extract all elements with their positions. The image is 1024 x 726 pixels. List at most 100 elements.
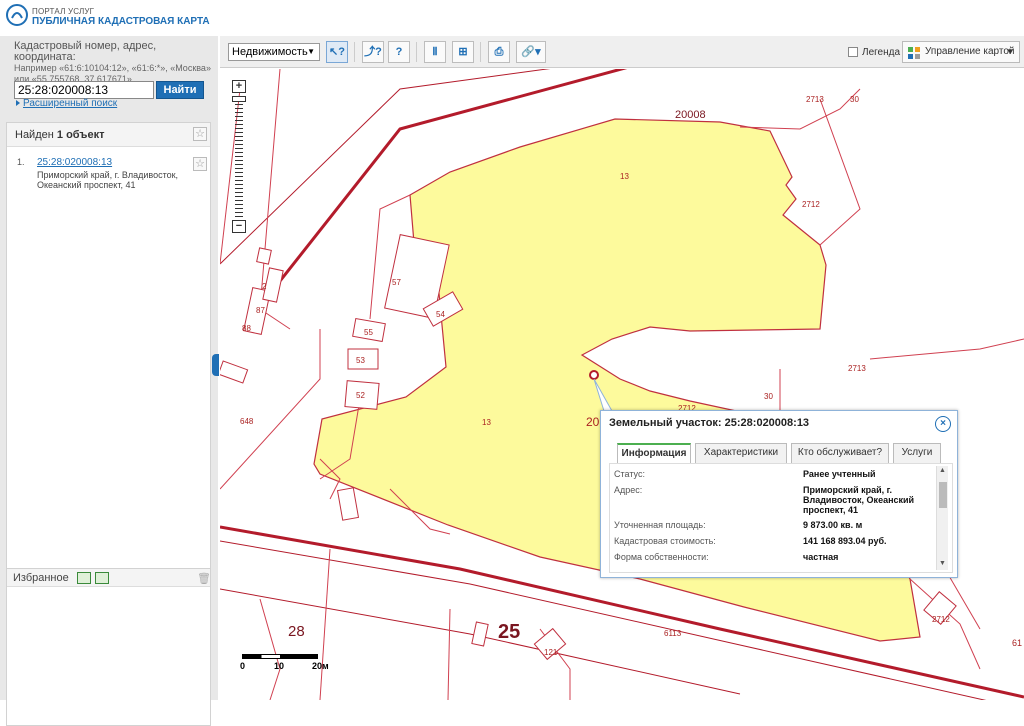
app-header: ПОРТАЛ УСЛУГ ПУБЛИЧНАЯ КАДАСТРОВАЯ КАРТА	[0, 0, 1024, 36]
label-building: 52	[356, 391, 365, 400]
label-building: 54	[436, 310, 445, 319]
area-value: 9 873.00 кв. м	[803, 520, 863, 530]
map-control-dropdown[interactable]: Управление картой ▼	[902, 41, 1020, 63]
label-parcel: 61	[1012, 638, 1022, 648]
tab-characteristics[interactable]: Характеристики	[695, 443, 787, 463]
toolbar-divider	[416, 42, 417, 62]
label-parcel: 648	[240, 417, 254, 426]
link-icon[interactable]: 🔗▾	[516, 41, 546, 63]
label-building: 53	[356, 356, 365, 365]
address-label: Адрес:	[614, 485, 643, 495]
search-button[interactable]: Найти	[156, 81, 204, 99]
scale-bar: 0 10 20м	[240, 654, 330, 674]
parcel-info-popup: Земельный участок: 25:28:020008:13 × Инф…	[600, 410, 958, 578]
identify-pointer-icon[interactable]: ↖?	[326, 41, 348, 63]
star-icon[interactable]: ☆	[193, 157, 207, 171]
app-title[interactable]: ПУБЛИЧНАЯ КАДАСТРОВАЯ КАРТА	[32, 16, 210, 27]
label-building: 2	[262, 282, 267, 291]
zoom-slider-handle[interactable]	[232, 96, 246, 102]
search-input[interactable]	[14, 81, 154, 99]
print-icon[interactable]: ⎙	[488, 41, 510, 63]
zoom-out-button[interactable]: −	[232, 220, 246, 233]
tab-who-serves[interactable]: Кто обслуживает?	[791, 443, 889, 463]
tab-info[interactable]: Информация	[617, 443, 691, 463]
excel-export-icon[interactable]	[77, 572, 91, 584]
collapse-panel-handle[interactable]	[212, 354, 219, 376]
left-panel: Кадастровый номер, адрес, координата: На…	[0, 36, 218, 726]
cadastral-value: 141 168 893.04 руб.	[803, 536, 887, 546]
label-parcel: 30	[764, 392, 773, 401]
favorites-title: Избранное	[13, 572, 69, 584]
result-number: 1.	[17, 157, 25, 167]
ruler-icon[interactable]: Ⅱ	[424, 41, 446, 63]
popup-scrollbar[interactable]: ▲ ▼	[936, 466, 948, 570]
popup-body: Статус: Ранее учтенный Адрес: Приморский…	[609, 463, 953, 573]
label-parcel: 30	[850, 95, 859, 104]
label-parcel: 6113	[664, 629, 682, 638]
scale-label: 10	[274, 661, 285, 671]
scale-label: 0	[240, 661, 246, 671]
popup-title: Земельный участок: 25:28:020008:13	[609, 417, 810, 429]
status-label: Статус:	[614, 469, 645, 479]
label-district: 25	[498, 621, 520, 643]
area-measure-icon[interactable]: ⊞	[452, 41, 474, 63]
expand-triangle-icon	[16, 100, 20, 107]
scroll-down-icon[interactable]: ▼	[939, 560, 946, 567]
label-building: 87	[256, 306, 265, 315]
trash-icon[interactable]: 🗑	[197, 572, 211, 585]
favorites-panel: Избранное 🗑	[6, 568, 211, 726]
portal-logo-icon[interactable]	[6, 4, 28, 26]
chevron-down-icon: ▼	[1006, 47, 1014, 56]
star-icon[interactable]: ☆	[193, 127, 207, 141]
address-value: Приморский край, г. Владивосток, Океанск…	[803, 485, 915, 515]
label-parcel: 13	[482, 418, 491, 427]
label-quarter: 28	[288, 623, 305, 640]
label-parcel: 2713	[848, 364, 866, 373]
excel-import-icon[interactable]	[95, 572, 109, 584]
label-parcel: 2712	[802, 200, 820, 209]
cadastral-value-label: Кадастровая стоимость:	[614, 536, 716, 546]
help-map-icon[interactable]: ?	[388, 41, 410, 63]
label-block-number: 20008	[675, 109, 706, 121]
measure-area-icon[interactable]: ⤴?	[362, 41, 384, 63]
portal-label: ПОРТАЛ УСЛУГ	[32, 7, 95, 16]
label-building: 57	[392, 278, 401, 287]
close-icon[interactable]: ×	[935, 416, 951, 432]
zoom-control: + −	[232, 80, 246, 236]
grid-icon	[908, 47, 920, 59]
advanced-search-link[interactable]: Расширенный поиск	[16, 98, 117, 109]
area-label: Уточненная площадь:	[614, 520, 706, 530]
ownership-label: Форма собственности:	[614, 552, 709, 562]
scroll-thumb[interactable]	[939, 482, 947, 508]
label-building: 88	[242, 324, 251, 333]
label-building: 55	[364, 328, 373, 337]
scale-bar-line	[242, 654, 318, 659]
zoom-in-button[interactable]: +	[232, 80, 246, 93]
legend-label[interactable]: Легенда	[862, 47, 900, 58]
toolbar-divider	[480, 42, 481, 62]
layer-select-value: Недвижимость	[232, 46, 308, 58]
results-found-prefix: Найден	[15, 129, 54, 141]
legend-checkbox[interactable]	[848, 47, 858, 57]
result-cadastral-link[interactable]: 25:28:020008:13	[37, 157, 112, 168]
status-value: Ранее учтенный	[803, 469, 876, 479]
map-canvas[interactable]: 20008 2713 30 13 2712 57 54 55 53 52 87 …	[220, 69, 1024, 700]
results-found-count: 1 объект	[56, 129, 105, 141]
layer-select[interactable]: Недвижимость ▼	[228, 43, 320, 61]
zoom-slider-track[interactable]	[235, 96, 243, 218]
map-control-label: Управление картой	[925, 46, 1015, 57]
search-hint: Кадастровый номер, адрес, координата: На…	[14, 41, 214, 85]
label-parcel: 13	[620, 172, 629, 181]
map-toolbar: Недвижимость ▼ ↖? ⤴? ? Ⅱ ⊞ ⎙ 🔗▾ Легенда …	[220, 36, 1024, 68]
location-marker-icon[interactable]	[589, 370, 599, 380]
label-parcel: 121	[544, 648, 558, 657]
result-address: Приморский край, г. Владивосток, Океанск…	[37, 170, 179, 190]
advanced-search-label: Расширенный поиск	[23, 98, 118, 109]
ownership-value: частная	[803, 552, 839, 562]
scroll-up-icon[interactable]: ▲	[939, 467, 946, 474]
chevron-down-icon: ▼	[307, 47, 315, 56]
scale-label: 20м	[312, 661, 329, 671]
search-hint-title: Кадастровый номер, адрес, координата:	[14, 40, 157, 63]
results-header: Найден 1 объект	[7, 123, 210, 147]
tab-services[interactable]: Услуги	[893, 443, 941, 463]
